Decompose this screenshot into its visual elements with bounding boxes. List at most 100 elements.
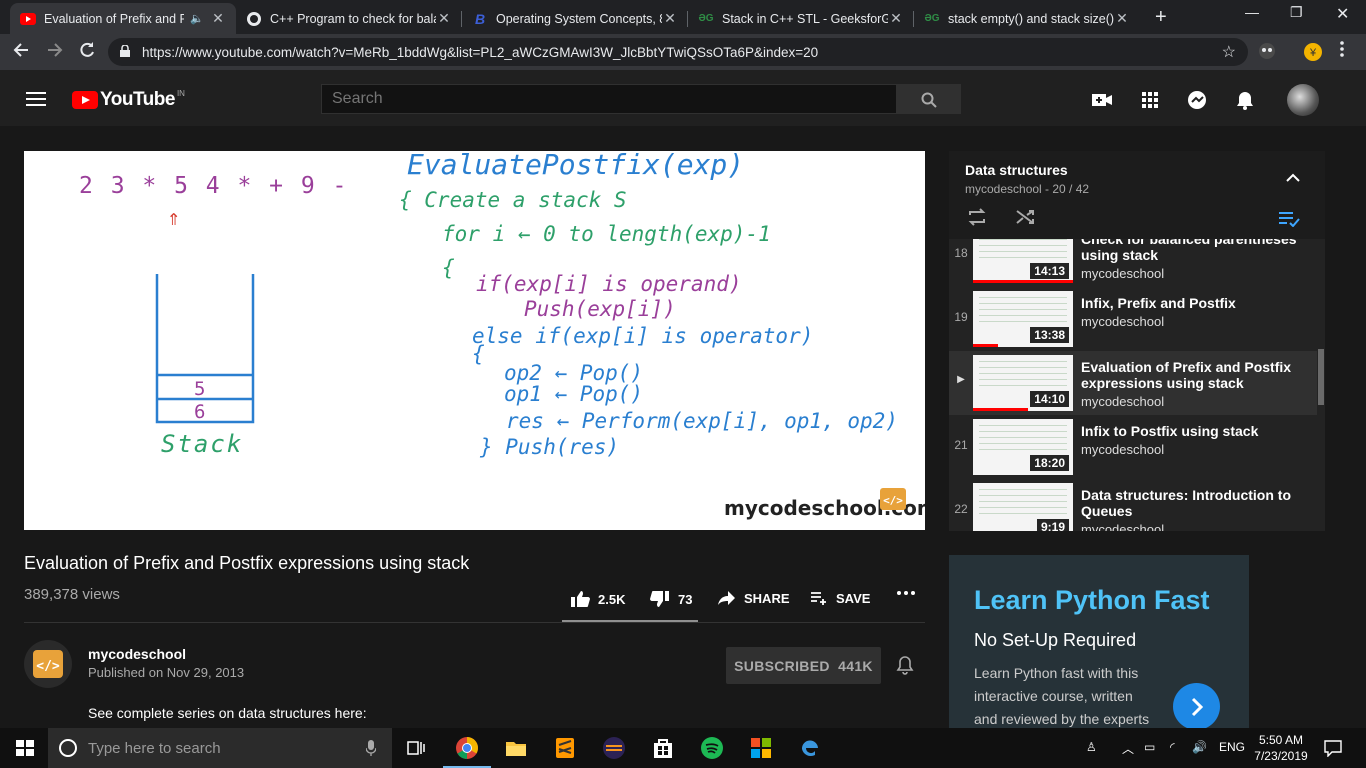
subscribed-button[interactable]: SUBSCRIBED 441K bbox=[726, 647, 881, 684]
show-hidden-icons-chevron-icon[interactable]: ︿ bbox=[1122, 740, 1134, 757]
watch-progress-bar bbox=[973, 280, 1073, 283]
youtube-icon bbox=[20, 11, 36, 27]
playlist-item-index: 22 bbox=[954, 502, 968, 516]
back-button[interactable] bbox=[12, 41, 30, 64]
ad-open-button[interactable] bbox=[1173, 683, 1220, 730]
shuffle-icon[interactable] bbox=[1015, 208, 1035, 226]
eclipse-icon[interactable] bbox=[600, 734, 628, 762]
wifi-icon[interactable]: ◜ bbox=[1170, 740, 1175, 754]
more-actions-icon[interactable] bbox=[896, 590, 924, 596]
edge-icon[interactable] bbox=[796, 734, 824, 762]
svg-text:</>: </> bbox=[883, 494, 903, 507]
create-video-icon[interactable] bbox=[1091, 90, 1113, 110]
new-tab-button[interactable]: + bbox=[1155, 6, 1167, 29]
share-button[interactable]: SHARE bbox=[718, 590, 790, 606]
dislike-button[interactable]: 73 bbox=[650, 590, 692, 608]
playlist-item[interactable]: 21 18:20 Infix to Postfix using stack my… bbox=[949, 415, 1317, 479]
spotify-icon[interactable] bbox=[698, 734, 726, 762]
playlist-item-title: Check for balanced parentheses using sta… bbox=[1081, 239, 1297, 263]
video-thumbnail: 14:10 bbox=[973, 355, 1073, 411]
share-arrow-icon bbox=[718, 591, 735, 605]
input-language[interactable]: ENG bbox=[1219, 740, 1245, 754]
playlist-item-title: Infix, Prefix and Postfix bbox=[1081, 295, 1236, 311]
save-button[interactable]: SAVE bbox=[810, 590, 870, 606]
playlist-title[interactable]: Data structures bbox=[965, 162, 1068, 178]
video-frame-whiteboard: 2 3 * 5 4 * + 9 - ⇑ EvaluatePostfix(exp)… bbox=[79, 151, 925, 520]
taskbar-search-box[interactable]: Type here to search bbox=[48, 728, 392, 768]
sublime-text-icon[interactable] bbox=[551, 734, 579, 762]
task-view-icon[interactable] bbox=[402, 734, 430, 762]
people-icon[interactable]: ♙ bbox=[1086, 740, 1097, 754]
microphone-icon[interactable] bbox=[366, 740, 376, 756]
hamburger-menu-icon[interactable] bbox=[26, 92, 46, 106]
action-center-icon[interactable] bbox=[1324, 739, 1342, 757]
browser-tab-geeks-empty[interactable]: ƏG stack empty() and stack size() i ✕ bbox=[914, 3, 1140, 34]
region-label: IN bbox=[176, 88, 185, 98]
windows-taskbar: Type here to search ♙ ︿ ▭ ◜ 🔊 ENG 5:50 A… bbox=[0, 728, 1366, 768]
video-player[interactable]: 2 3 * 5 4 * + 9 - ⇑ EvaluatePostfix(exp)… bbox=[24, 151, 925, 530]
playlist-item-current[interactable]: ▶ 14:10 Evaluation of Prefix and Postfix… bbox=[949, 351, 1317, 415]
browser-tab-geeks-stack[interactable]: ƏG Stack in C++ STL - GeeksforGe ✕ bbox=[688, 3, 914, 34]
notification-bell-outline-icon[interactable] bbox=[896, 655, 914, 675]
restore-button[interactable]: ❐ bbox=[1290, 4, 1303, 21]
extension-icon[interactable] bbox=[1258, 42, 1276, 65]
view-count: 389,378 views bbox=[24, 586, 120, 603]
playlist-item[interactable]: 22 9:19 Data structures: Introduction to… bbox=[949, 479, 1317, 531]
address-bar[interactable]: https://www.youtube.com/watch?v=MeRb_1bd… bbox=[108, 38, 1248, 66]
browser-menu-icon[interactable] bbox=[1340, 40, 1344, 63]
playlist-save-icon[interactable] bbox=[1278, 211, 1300, 227]
search-button[interactable] bbox=[896, 84, 961, 114]
publish-date: Published on Nov 29, 2013 bbox=[88, 665, 245, 680]
channel-name[interactable]: mycodeschool bbox=[88, 646, 186, 662]
playlist-item[interactable]: 18 14:13 Check for balanced parentheses … bbox=[949, 239, 1317, 287]
microsoft-store-icon[interactable] bbox=[649, 734, 677, 762]
duration-badge: 13:38 bbox=[1030, 327, 1069, 343]
search-input[interactable] bbox=[321, 84, 897, 114]
playlist-item-channel: mycodeschool bbox=[1081, 394, 1165, 409]
close-tab-icon[interactable]: ✕ bbox=[210, 10, 226, 27]
profile-avatar-icon[interactable]: ¥ bbox=[1303, 42, 1323, 67]
bookmark-star-icon[interactable]: ☆ bbox=[1222, 42, 1236, 62]
chevron-up-icon[interactable] bbox=[1286, 173, 1300, 183]
video-thumbnail: 18:20 bbox=[973, 419, 1073, 475]
battery-icon[interactable]: ▭ bbox=[1144, 740, 1155, 754]
windows-start-icon[interactable] bbox=[16, 740, 34, 756]
playlist-item[interactable]: 19 13:38 Infix, Prefix and Postfix mycod… bbox=[949, 287, 1317, 351]
watch-progress-bar bbox=[973, 344, 998, 347]
close-tab-icon[interactable]: ✕ bbox=[436, 10, 452, 27]
url-text: https://www.youtube.com/watch?v=MeRb_1bd… bbox=[142, 45, 819, 60]
close-tab-icon[interactable]: ✕ bbox=[888, 10, 904, 27]
sidebar-ad[interactable]: Learn Python Fast No Set-Up Required Lea… bbox=[949, 555, 1249, 730]
close-tab-icon[interactable]: ✕ bbox=[1114, 10, 1130, 27]
file-explorer-icon[interactable] bbox=[502, 734, 530, 762]
tab-title: stack empty() and stack size() i bbox=[948, 11, 1114, 26]
chrome-taskbar-icon[interactable] bbox=[443, 734, 491, 768]
loop-icon[interactable] bbox=[967, 208, 987, 226]
messages-icon[interactable] bbox=[1186, 90, 1208, 110]
youtube-logo[interactable]: YouTube IN bbox=[72, 89, 185, 111]
minimize-button[interactable]: — bbox=[1245, 4, 1259, 20]
code-line: Push(exp[i]) bbox=[524, 297, 676, 321]
like-button[interactable]: 2.5K bbox=[570, 590, 625, 608]
taskbar-clock[interactable]: 5:50 AM 7/23/2019 bbox=[1252, 732, 1310, 764]
cortana-circle-icon bbox=[59, 739, 77, 757]
close-tab-icon[interactable]: ✕ bbox=[662, 10, 678, 27]
account-avatar[interactable] bbox=[1287, 84, 1319, 116]
browser-tab-github[interactable]: C++ Program to check for bala ✕ bbox=[236, 3, 462, 34]
duration-badge: 9:19 bbox=[1036, 519, 1069, 531]
browser-tab-youtube[interactable]: Evaluation of Prefix and Po 🔈 ✕ bbox=[10, 3, 236, 34]
ad-body: Learn Python fast with this interactive … bbox=[974, 665, 1150, 727]
code-line: } Push(res) bbox=[479, 435, 619, 459]
save-label: SAVE bbox=[836, 590, 871, 606]
playlist-scrollbar[interactable] bbox=[1317, 241, 1325, 531]
channel-avatar[interactable]: </> bbox=[24, 640, 72, 688]
forward-button[interactable] bbox=[46, 41, 64, 64]
office-icon[interactable] bbox=[747, 734, 775, 762]
audio-playing-icon[interactable]: 🔈 bbox=[190, 12, 204, 25]
notifications-bell-icon[interactable] bbox=[1234, 90, 1256, 110]
reload-button[interactable] bbox=[78, 41, 96, 64]
close-window-button[interactable]: ✕ bbox=[1336, 4, 1349, 24]
apps-grid-icon[interactable] bbox=[1139, 90, 1161, 110]
browser-tab-os-concepts[interactable]: B Operating System Concepts, 8th ✕ bbox=[462, 3, 688, 34]
volume-icon[interactable]: 🔊 bbox=[1192, 740, 1207, 754]
